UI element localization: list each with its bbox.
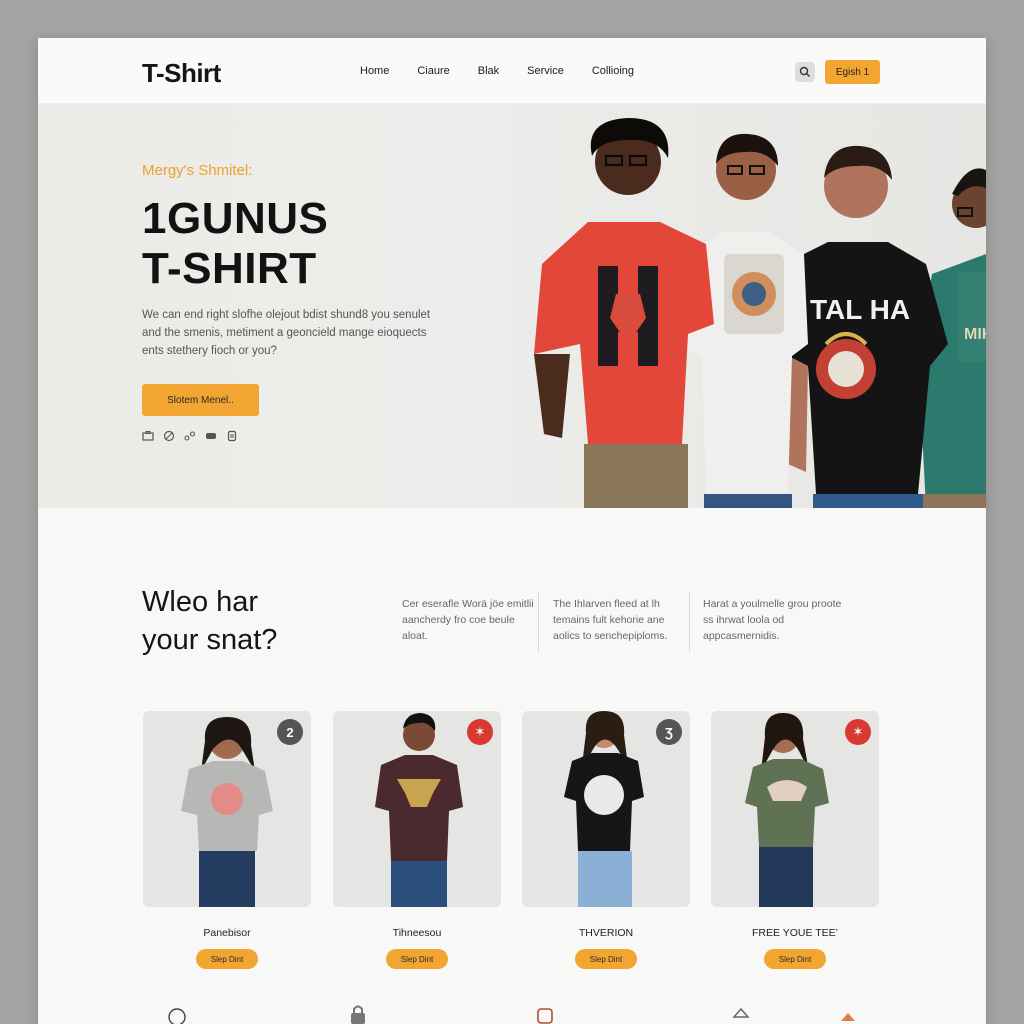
shirt-graphic-talha: TAL HA bbox=[810, 294, 910, 325]
product-image[interactable]: Ʒ bbox=[522, 711, 690, 907]
product-badge: 2 bbox=[277, 719, 303, 745]
hero-social-icons bbox=[142, 430, 238, 442]
main-nav: Home Ciaure Blak Service Collioing bbox=[360, 65, 662, 77]
search-button[interactable] bbox=[795, 62, 815, 82]
page: T-Shirt Home Ciaure Blak Service Collioi… bbox=[38, 38, 986, 1024]
product-card[interactable]: ✶ FREE YOUE TEE’ Slep Dint bbox=[711, 711, 879, 969]
section-title-line2: your snat? bbox=[142, 624, 278, 656]
nav-collioing[interactable]: Collioing bbox=[592, 65, 634, 77]
globe-icon[interactable] bbox=[163, 430, 175, 442]
product-image[interactable]: 2 bbox=[143, 711, 311, 907]
footer-icon-row bbox=[38, 998, 986, 1024]
share-icon[interactable] bbox=[184, 430, 196, 442]
product-card[interactable]: 2 Panebisor Slep Dint bbox=[143, 711, 311, 969]
product-image[interactable]: ✶ bbox=[333, 711, 501, 907]
arrow-icon[interactable] bbox=[836, 1002, 860, 1024]
section-title-line1: Wleo har bbox=[142, 586, 259, 618]
product-name: FREE YOUE TEE’ bbox=[752, 927, 838, 939]
product-badge: ✶ bbox=[845, 719, 871, 745]
site-header: T-Shirt Home Ciaure Blak Service Collioi… bbox=[38, 38, 986, 104]
header-cta-button[interactable]: Egish 1 bbox=[825, 60, 880, 84]
shop-now-button[interactable]: Slep Dint bbox=[196, 949, 258, 969]
nav-ciaure[interactable]: Ciaure bbox=[417, 65, 449, 77]
hero-eyebrow: Mergy's Shmitel: bbox=[142, 162, 253, 179]
product-name: Tihneesou bbox=[392, 927, 442, 939]
feature-divider-2 bbox=[689, 592, 690, 652]
site-logo[interactable]: T-Shirt bbox=[142, 58, 221, 89]
hero-section: Mergy's Shmitel: 1GUNUS T-SHIRT We can e… bbox=[38, 104, 986, 508]
device-icon[interactable] bbox=[226, 430, 238, 442]
tag-icon[interactable] bbox=[729, 1002, 753, 1024]
hero-models-image: MIKOSD TAL HA bbox=[534, 118, 986, 508]
shirt-graphic-mikosd: MIKOSD bbox=[964, 326, 986, 343]
feature-text-3: Harat a youlmelle grou proote ss ihrwat … bbox=[703, 598, 842, 642]
hero-title-line1: 1GUNUS bbox=[142, 194, 329, 243]
lock-icon[interactable] bbox=[346, 1002, 370, 1024]
shop-now-button[interactable]: Slep Dint bbox=[386, 949, 448, 969]
nav-blak[interactable]: Blak bbox=[478, 65, 499, 77]
briefcase-icon[interactable] bbox=[142, 430, 154, 442]
bag-icon[interactable] bbox=[533, 1002, 557, 1024]
product-image[interactable]: ✶ bbox=[711, 711, 879, 907]
product-name: THVERION bbox=[578, 927, 634, 939]
shop-now-button[interactable]: Slep Dint bbox=[764, 949, 826, 969]
nav-home[interactable]: Home bbox=[360, 65, 389, 77]
search-icon bbox=[799, 66, 810, 77]
feature-text-2: The Ihlarven fleed at lh temains fult ke… bbox=[553, 598, 668, 642]
feature-divider-1 bbox=[538, 592, 539, 652]
hero-title-line2: T-SHIRT bbox=[142, 244, 317, 293]
product-card[interactable]: Ʒ THVERION Slep Dint bbox=[522, 711, 690, 969]
chat-icon[interactable] bbox=[205, 430, 217, 442]
product-badge: ✶ bbox=[467, 719, 493, 745]
nav-service[interactable]: Service bbox=[527, 65, 564, 77]
hero-shop-button[interactable]: Slotem Menel.. bbox=[142, 384, 259, 416]
product-card[interactable]: ✶ Tihneesou Slep Dint bbox=[333, 711, 501, 969]
model-red-shirt bbox=[534, 118, 714, 508]
section-title: Wleo har your snat? bbox=[142, 583, 277, 659]
hero-description: We can end right slofhe olejout bdist sh… bbox=[142, 309, 431, 357]
basket-icon[interactable] bbox=[165, 1002, 189, 1024]
hero-title: 1GUNUS T-SHIRT bbox=[142, 194, 328, 294]
feature-text-1: Cer eserafle Worä jöe emitlii aancherdy … bbox=[402, 598, 534, 642]
shop-now-button[interactable]: Slep Dint bbox=[575, 949, 637, 969]
product-badge: Ʒ bbox=[656, 719, 682, 745]
product-name: Panebisor bbox=[203, 927, 251, 939]
